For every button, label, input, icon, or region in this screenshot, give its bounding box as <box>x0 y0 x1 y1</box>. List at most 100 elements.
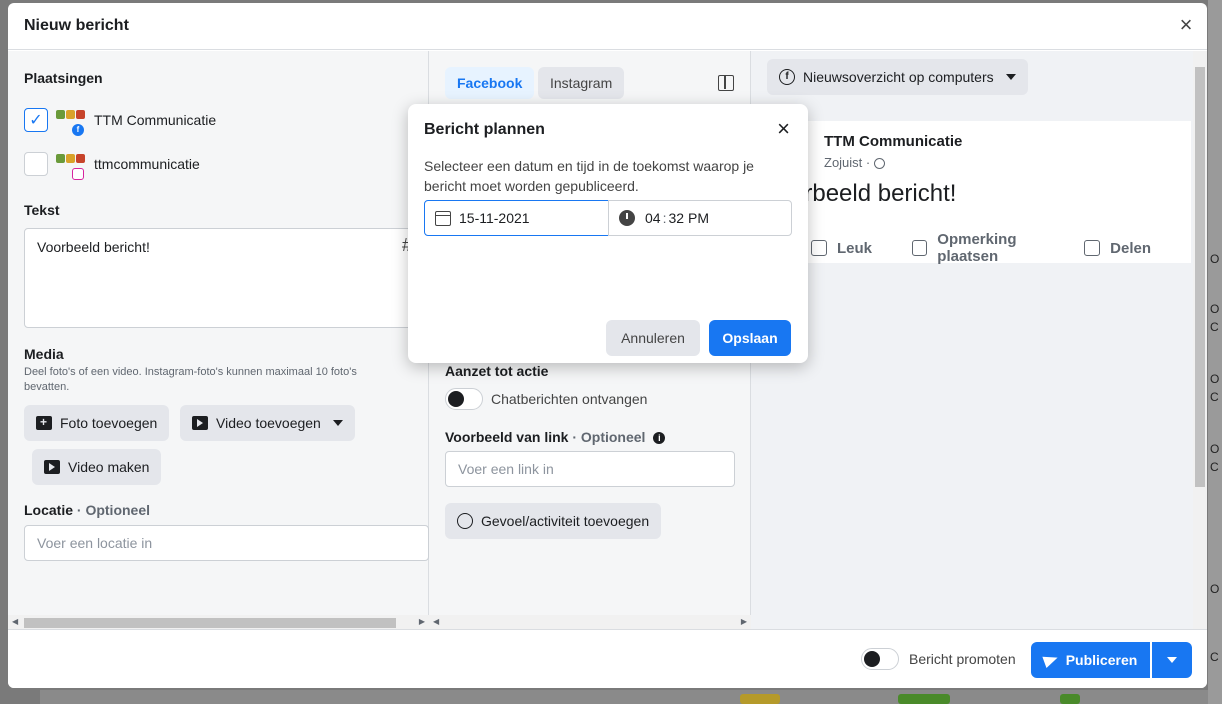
scroll-left-arrow-icon[interactable]: ◀ <box>12 617 18 626</box>
background-bottom-strip <box>40 690 1208 704</box>
bg-label: O <box>1210 302 1220 316</box>
scrollbar-thumb[interactable] <box>24 618 396 628</box>
ttm-logo-icon: f <box>56 108 86 136</box>
post-text-area[interactable]: Voorbeeld bericht! # <box>24 228 430 328</box>
comment-label: Opmerking plaatsen <box>937 231 1017 265</box>
location-input[interactable]: Voer een locatie in <box>24 525 429 561</box>
bg-label: O <box>1210 252 1220 266</box>
photo-add-icon <box>36 415 52 430</box>
preview-page-name: TTM Communicatie <box>824 133 963 150</box>
preview-time: Zojuist · <box>824 155 885 170</box>
media-subtitle: Deel foto's of een video. Instagram-foto… <box>24 366 357 393</box>
scroll-right-arrow-icon[interactable]: ▶ <box>741 617 747 626</box>
bg-label: C <box>1210 650 1219 664</box>
link-title: Voorbeeld van link · Optioneel i <box>445 429 666 445</box>
share-icon <box>1084 240 1101 256</box>
layout-toggle-icon[interactable] <box>718 75 734 91</box>
add-photo-button[interactable]: Foto toevoegen <box>24 405 170 441</box>
publish-label: Publiceren <box>1065 652 1138 668</box>
time-minute[interactable]: 32 <box>668 210 684 226</box>
facebook-icon: f <box>779 69 795 85</box>
ttm-logo-icon <box>56 152 86 180</box>
video-camera-icon <box>44 460 60 474</box>
checkbox-unchecked[interactable] <box>24 152 48 176</box>
comment-icon <box>912 240 928 256</box>
save-button[interactable]: Opslaan <box>709 320 791 356</box>
link-placeholder: Voer een link in <box>458 461 554 477</box>
time-separator: : <box>662 210 667 226</box>
feeling-activity-button[interactable]: Gevoel/activiteit toevoegen <box>445 503 662 539</box>
tab-instagram[interactable]: Instagram <box>538 67 625 99</box>
chevron-down-icon <box>1005 74 1016 80</box>
thumbs-up-icon <box>811 240 827 256</box>
dialog-description: Selecteer een datum en tijd in de toekom… <box>424 158 754 194</box>
comment-action[interactable]: Opmerking plaatsen <box>912 231 1074 265</box>
paper-plane-icon <box>1042 651 1060 669</box>
modal-header: Nieuw bericht <box>8 3 1207 50</box>
bg-blob <box>740 694 780 704</box>
promote-toggle[interactable] <box>861 648 899 670</box>
make-video-button[interactable]: Video maken <box>32 449 162 485</box>
left-column: Plaatsingen ✓ f TTM Communicatie ttmcomm… <box>8 51 430 629</box>
make-video-label: Video maken <box>68 459 150 475</box>
cancel-button[interactable]: Annuleren <box>606 320 700 356</box>
chat-toggle-row[interactable]: Chatberichten ontvangen <box>445 388 647 410</box>
preview-vertical-scrollbar[interactable] <box>1193 51 1207 629</box>
dialog-close-icon[interactable]: × <box>777 118 790 140</box>
globe-icon <box>873 158 885 170</box>
media-title: Media <box>24 346 64 362</box>
scrollbar-thumb[interactable] <box>1195 67 1205 487</box>
preview-time-text: Zojuist · <box>824 155 871 170</box>
feed-dropdown-label: Nieuwsoverzicht op computers <box>803 69 994 85</box>
time-ampm[interactable]: PM <box>688 210 709 226</box>
checkbox-checked[interactable]: ✓ <box>24 108 48 132</box>
modal-footer: Bericht promoten Publiceren <box>8 629 1207 688</box>
left-horizontal-scrollbar[interactable]: ◀ ▶ <box>8 615 429 629</box>
like-action[interactable]: Leuk <box>811 231 872 265</box>
facebook-badge-icon: f <box>72 124 84 136</box>
publish-button[interactable]: Publiceren <box>1031 642 1150 678</box>
location-optional: · Optioneel <box>76 502 151 518</box>
time-input[interactable]: 04 : 32 PM <box>608 200 792 236</box>
calendar-icon <box>435 210 451 226</box>
tab-facebook[interactable]: Facebook <box>445 67 535 99</box>
publish-dropdown-button[interactable] <box>1152 642 1192 678</box>
dialog-title: Bericht plannen <box>424 121 545 138</box>
share-label: Delen <box>1110 239 1151 257</box>
bg-blob <box>1060 694 1080 704</box>
bg-label: O <box>1210 372 1220 386</box>
scroll-left-arrow-icon[interactable]: ◀ <box>433 617 439 626</box>
add-video-label: Video toevoegen <box>216 415 321 431</box>
bg-label: C <box>1210 460 1219 474</box>
date-input[interactable]: 15-11-2021 <box>424 200 609 236</box>
feeling-label: Gevoel/activiteit toevoegen <box>481 513 650 529</box>
location-title: Locatie · Optioneel <box>24 502 150 518</box>
add-video-button[interactable]: Video toevoegen <box>180 405 355 441</box>
preview-actions: Leuk Opmerking plaatsen Delen <box>811 231 1191 265</box>
modal-close-icon[interactable]: × <box>1175 14 1197 37</box>
placement-facebook[interactable]: ✓ f TTM Communicatie <box>24 108 217 136</box>
cta-title: Aanzet tot actie <box>445 363 549 379</box>
placement-label: TTM Communicatie <box>94 112 217 128</box>
post-preview-card: TTM Communicatie Zojuist · orbeeld beric… <box>751 121 1191 265</box>
link-input[interactable]: Voer een link in <box>445 451 735 487</box>
scroll-right-arrow-icon[interactable]: ▶ <box>419 617 425 626</box>
share-action[interactable]: Delen <box>1084 231 1151 265</box>
placement-instagram[interactable]: ttmcommunicatie <box>24 152 200 180</box>
bg-label: C <box>1210 390 1219 404</box>
time-hour[interactable]: 04 <box>645 210 661 226</box>
date-value: 15-11-2021 <box>459 210 530 226</box>
add-photo-label: Foto toevoegen <box>60 415 158 431</box>
instagram-badge-icon <box>72 168 84 180</box>
info-icon[interactable]: i <box>653 432 666 445</box>
link-optional: · Optioneel <box>572 429 646 445</box>
preview-column: f Nieuwsoverzicht op computers TTM Commu… <box>751 51 1207 629</box>
promote-toggle-row[interactable]: Bericht promoten <box>861 648 1016 670</box>
feed-dropdown[interactable]: f Nieuwsoverzicht op computers <box>767 59 1028 95</box>
mid-horizontal-scrollbar[interactable]: ◀ ▶ <box>429 615 751 629</box>
schedule-post-dialog: Bericht plannen × Selecteer een datum en… <box>408 104 808 363</box>
like-label: Leuk <box>837 239 873 257</box>
chat-toggle[interactable] <box>445 388 483 410</box>
bg-label: C <box>1210 320 1219 334</box>
promote-label: Bericht promoten <box>909 651 1016 667</box>
